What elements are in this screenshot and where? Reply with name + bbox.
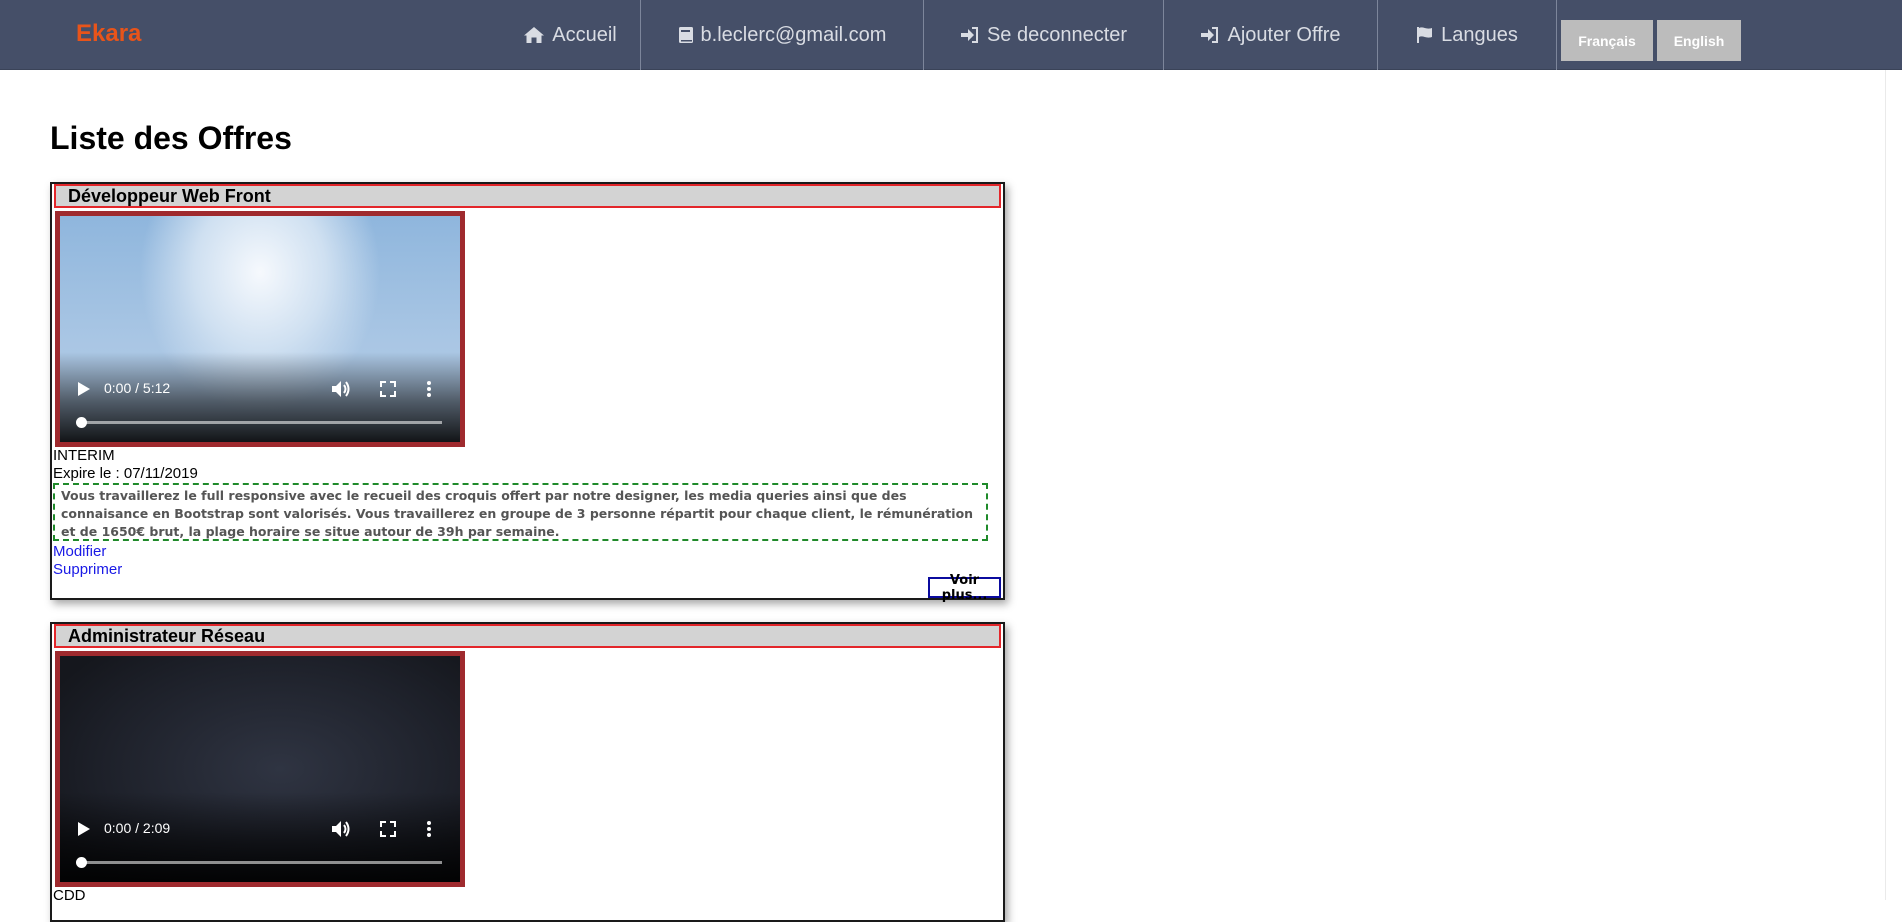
flag-icon — [1416, 26, 1434, 44]
nav-item-label: b.leclerc@gmail.com — [700, 23, 887, 46]
page-scrollbar[interactable] — [1885, 70, 1902, 900]
nav-divider — [1556, 0, 1557, 70]
play-icon[interactable] — [74, 819, 94, 839]
offer-expire-date: Expire le : 07/11/2019 — [53, 465, 198, 482]
nav-item-label: Ajouter Offre — [1227, 23, 1341, 46]
offer-card: Développeur Web Front 0:00 / 5:12 INTERI… — [50, 182, 1005, 603]
more-options-icon[interactable] — [424, 379, 434, 399]
delete-offer-link[interactable]: Supprimer — [53, 562, 122, 578]
offer-header: Développeur Web Front — [54, 184, 1001, 208]
book-icon — [678, 26, 694, 44]
video-player[interactable]: 0:00 / 5:12 — [55, 211, 465, 447]
offer-header: Administrateur Réseau — [54, 624, 1001, 648]
nav-item-add-offer[interactable]: Ajouter Offre — [1164, 0, 1377, 70]
video-time: 0:00 / 5:12 — [104, 380, 171, 396]
offer-contract-type: CDD — [53, 887, 86, 904]
fullscreen-icon[interactable] — [378, 379, 398, 399]
volume-icon[interactable] — [330, 819, 352, 839]
edit-offer-link[interactable]: Modifier — [53, 544, 106, 560]
offer-description: Vous travaillerez le full responsive ave… — [53, 483, 988, 541]
nav-item-accueil[interactable]: Accueil — [500, 0, 640, 70]
nav-item-logout[interactable]: Se deconnecter — [924, 0, 1163, 70]
brand-logo[interactable]: Ekara — [76, 20, 141, 48]
volume-icon[interactable] — [330, 379, 352, 399]
video-player[interactable]: 0:00 / 2:09 — [55, 651, 465, 887]
top-navbar: Ekara Accueil b.leclerc@gmail.com Se dec… — [0, 0, 1902, 70]
offer-contract-type: INTERIM — [53, 447, 115, 464]
offer-title: Développeur Web Front — [68, 186, 271, 206]
nav-item-account[interactable]: b.leclerc@gmail.com — [641, 0, 923, 70]
play-icon[interactable] — [74, 379, 94, 399]
sign-in-icon — [1200, 26, 1220, 44]
nav-item-label: Se deconnecter — [986, 23, 1128, 46]
video-time: 0:00 / 2:09 — [104, 820, 171, 836]
lang-button-english[interactable]: English — [1657, 20, 1741, 61]
nav-item-languages[interactable]: Langues — [1378, 0, 1556, 70]
more-options-icon[interactable] — [424, 819, 434, 839]
video-progress-bar[interactable] — [80, 421, 442, 424]
offer-title: Administrateur Réseau — [68, 626, 266, 646]
page-title: Liste des Offres — [50, 120, 292, 156]
video-progress-handle[interactable] — [76, 417, 87, 428]
sign-in-icon — [960, 26, 980, 44]
nav-item-label: Accueil — [552, 23, 617, 46]
video-progress-bar[interactable] — [80, 861, 442, 864]
home-icon — [523, 26, 545, 44]
video-progress-handle[interactable] — [76, 857, 87, 868]
lang-button-francais[interactable]: Français — [1561, 20, 1653, 61]
offer-card: Administrateur Réseau 0:00 / 2:09 CDD — [50, 622, 1005, 922]
see-more-button[interactable]: Voir plus... — [928, 573, 1001, 603]
fullscreen-icon[interactable] — [378, 819, 398, 839]
nav-item-label: Langues — [1441, 23, 1518, 46]
